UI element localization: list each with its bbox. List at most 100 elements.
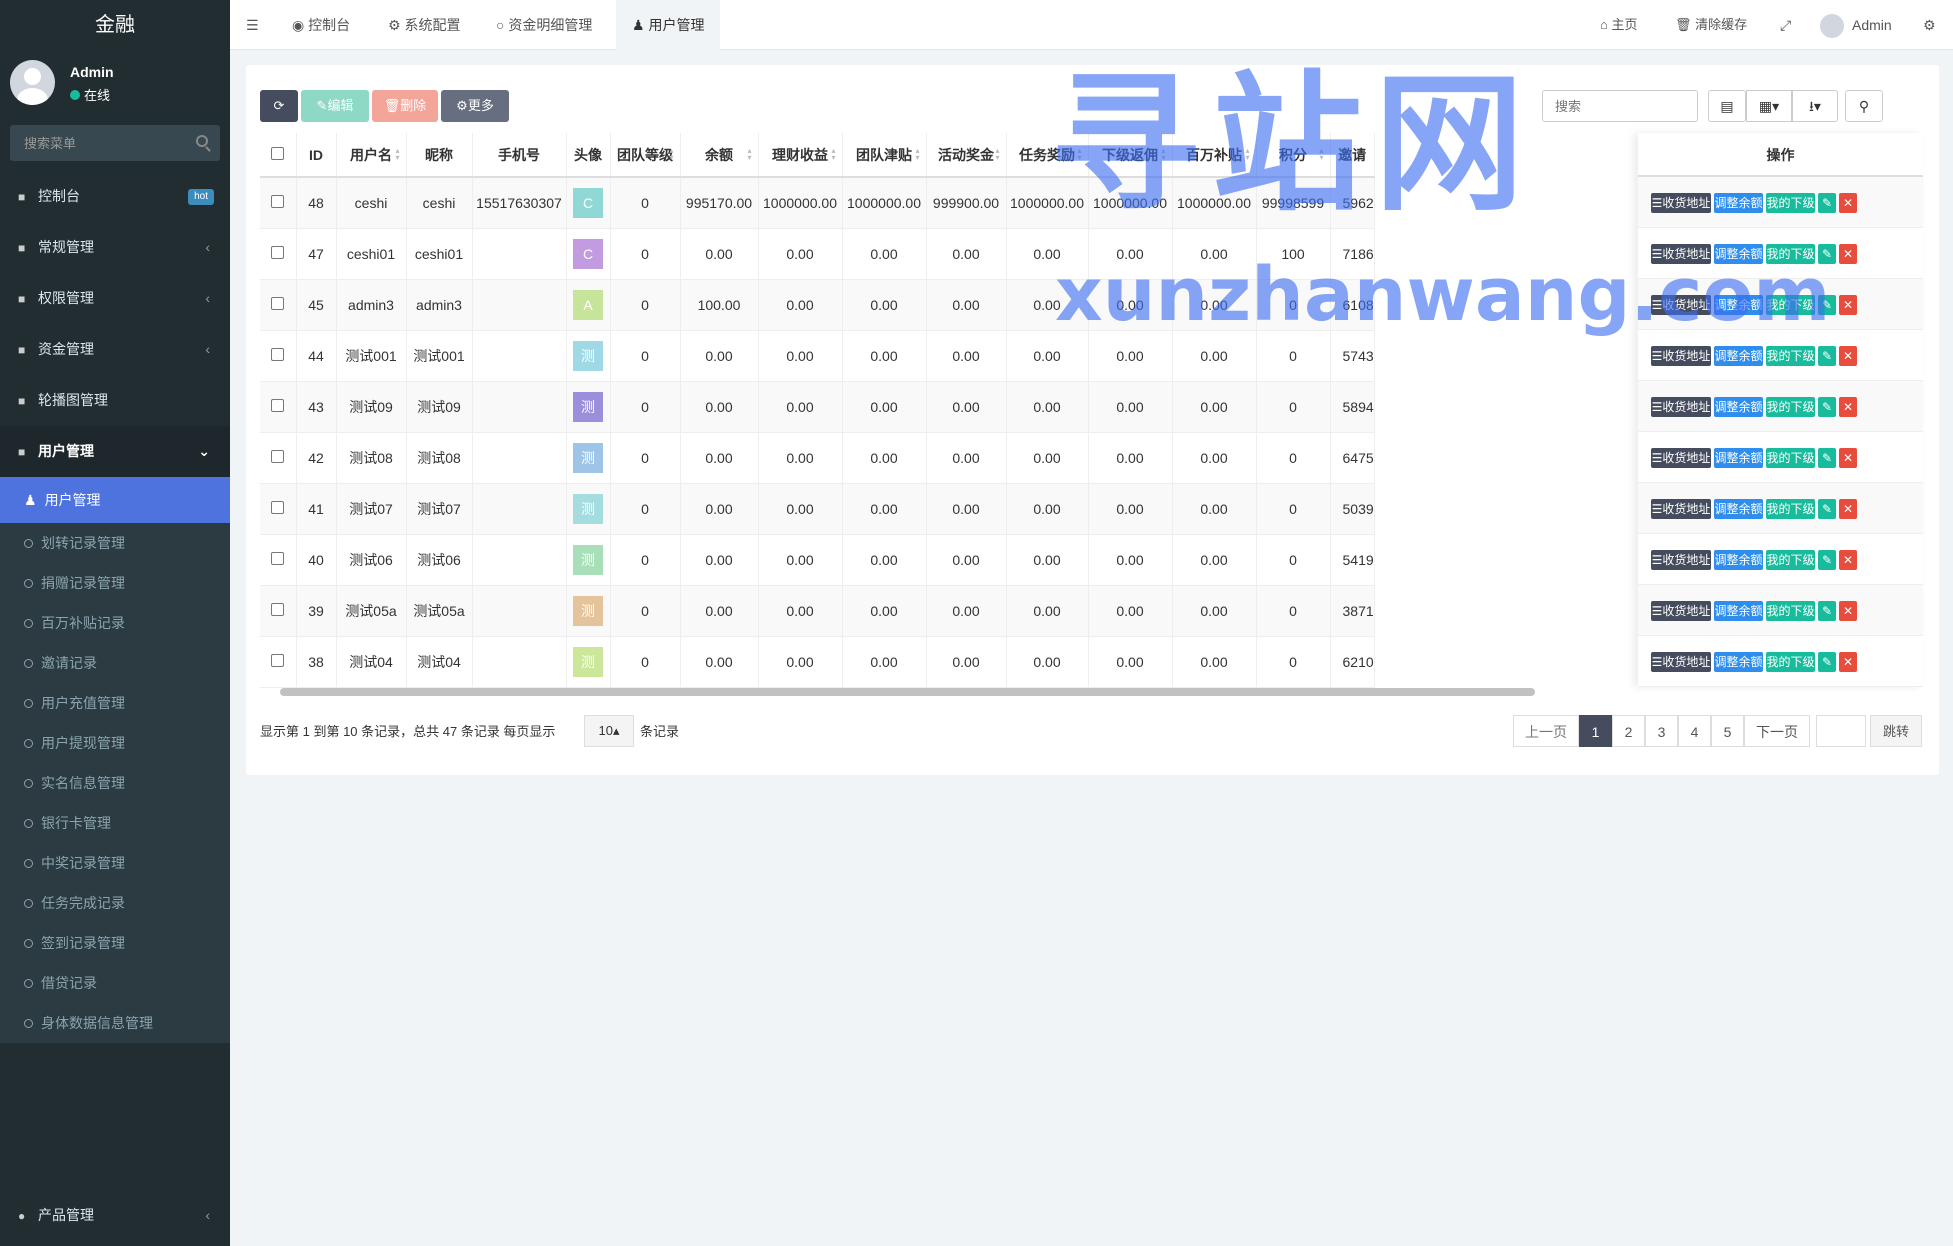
admin-menu[interactable]: Admin	[1820, 0, 1892, 50]
page-4-button[interactable]: 4	[1678, 715, 1711, 747]
trash-icon[interactable]: ✕	[1839, 499, 1857, 519]
page-size-select[interactable]: 10▴	[584, 715, 634, 747]
page-1-button[interactable]: 1	[1579, 715, 1612, 747]
jump-page-input[interactable]	[1816, 715, 1866, 747]
advanced-search-icon[interactable]: ⚲	[1845, 90, 1883, 122]
row-checkbox[interactable]	[271, 551, 285, 565]
column-header-11[interactable]: 下级返佣	[1088, 133, 1173, 178]
row-checkbox[interactable]	[271, 347, 285, 361]
submenu-item-5[interactable]: 用户充值管理	[0, 683, 230, 723]
columns-icon[interactable]: ▦▾	[1746, 90, 1792, 122]
column-header-12[interactable]: 百万补贴	[1172, 133, 1257, 178]
scrollbar-thumb[interactable]	[280, 688, 1535, 696]
adjust-balance-button[interactable]: 调整余额	[1714, 601, 1763, 621]
column-header-9[interactable]: 活动奖金	[926, 133, 1007, 178]
fullscreen-icon[interactable]: ⤢	[1780, 0, 1791, 50]
trash-icon[interactable]: ✕	[1839, 550, 1857, 570]
export-icon[interactable]: ⭳▾	[1792, 90, 1838, 122]
pencil-icon[interactable]: ✎	[1818, 652, 1836, 672]
column-header-8[interactable]: 团队津贴	[842, 133, 927, 178]
trash-icon[interactable]: ✕	[1839, 397, 1857, 417]
my-subordinates-button[interactable]: 我的下级	[1766, 244, 1815, 264]
pencil-icon[interactable]: ✎	[1818, 193, 1836, 213]
tab-dashboard[interactable]: ◉ 控制台	[292, 0, 350, 50]
pencil-icon[interactable]: ✎	[1818, 346, 1836, 366]
row-checkbox[interactable]	[271, 500, 285, 514]
home-link[interactable]: ⌂ 主页	[1600, 0, 1637, 50]
sidebar-item-1[interactable]: ■ 常规管理 ‹	[0, 222, 230, 273]
sidebar-item-3[interactable]: ■ 资金管理 ‹	[0, 324, 230, 375]
submenu-item-13[interactable]: 身体数据信息管理	[0, 1003, 230, 1043]
address-button[interactable]: ☰收货地址	[1651, 346, 1711, 366]
submenu-item-3[interactable]: 百万补贴记录	[0, 603, 230, 643]
row-checkbox[interactable]	[271, 194, 285, 208]
settings-icon[interactable]: ⚙	[1923, 0, 1936, 50]
adjust-balance-button[interactable]: 调整余额	[1714, 244, 1763, 264]
address-button[interactable]: ☰收货地址	[1651, 652, 1711, 672]
submenu-item-12[interactable]: 借贷记录	[0, 963, 230, 1003]
my-subordinates-button[interactable]: 我的下级	[1766, 193, 1815, 213]
pencil-icon[interactable]: ✎	[1818, 601, 1836, 621]
toggle-view-icon[interactable]: ▤	[1708, 90, 1746, 122]
submenu-item-8[interactable]: 银行卡管理	[0, 803, 230, 843]
trash-icon[interactable]: ✕	[1839, 448, 1857, 468]
submenu-item-10[interactable]: 任务完成记录	[0, 883, 230, 923]
column-header-6[interactable]: 余额	[680, 133, 759, 178]
trash-icon[interactable]: ✕	[1839, 346, 1857, 366]
page-3-button[interactable]: 3	[1645, 715, 1678, 747]
row-checkbox[interactable]	[271, 398, 285, 412]
address-button[interactable]: ☰收货地址	[1651, 499, 1711, 519]
pencil-icon[interactable]: ✎	[1818, 448, 1836, 468]
trash-icon[interactable]: ✕	[1839, 244, 1857, 264]
sidebar-item-0[interactable]: ■ 控制台 hot	[0, 171, 230, 222]
more-button[interactable]: ⚙更多	[441, 90, 509, 122]
pencil-icon[interactable]: ✎	[1818, 499, 1836, 519]
sidebar-item-2[interactable]: ■ 权限管理 ‹	[0, 273, 230, 324]
submenu-item-6[interactable]: 用户提现管理	[0, 723, 230, 763]
sidebar-item-4[interactable]: ■ 轮播图管理	[0, 375, 230, 426]
my-subordinates-button[interactable]: 我的下级	[1766, 601, 1815, 621]
menu-toggle-icon[interactable]: ☰	[246, 0, 259, 50]
tab-user-management[interactable]: ♟ 用户管理	[616, 0, 721, 50]
address-button[interactable]: ☰收货地址	[1651, 193, 1711, 213]
trash-icon[interactable]: ✕	[1839, 295, 1857, 315]
trash-icon[interactable]: ✕	[1839, 652, 1857, 672]
adjust-balance-button[interactable]: 调整余额	[1714, 295, 1763, 315]
trash-icon[interactable]: ✕	[1839, 193, 1857, 213]
address-button[interactable]: ☰收货地址	[1651, 601, 1711, 621]
adjust-balance-button[interactable]: 调整余额	[1714, 550, 1763, 570]
submenu-item-2[interactable]: 捐赠记录管理	[0, 563, 230, 603]
tab-fund-details[interactable]: ○ 资金明细管理	[496, 0, 592, 50]
submenu-item-4[interactable]: 邀请记录	[0, 643, 230, 683]
table-search-input[interactable]	[1542, 90, 1698, 122]
search-icon[interactable]	[196, 135, 208, 147]
submenu-item-1[interactable]: 划转记录管理	[0, 523, 230, 563]
adjust-balance-button[interactable]: 调整余额	[1714, 448, 1763, 468]
pencil-icon[interactable]: ✎	[1818, 397, 1836, 417]
row-checkbox[interactable]	[271, 602, 285, 616]
address-button[interactable]: ☰收货地址	[1651, 295, 1711, 315]
my-subordinates-button[interactable]: 我的下级	[1766, 295, 1815, 315]
prev-page-button[interactable]: 上一页	[1513, 715, 1579, 747]
adjust-balance-button[interactable]: 调整余额	[1714, 499, 1763, 519]
select-all-checkbox[interactable]	[271, 146, 285, 160]
my-subordinates-button[interactable]: 我的下级	[1766, 652, 1815, 672]
adjust-balance-button[interactable]: 调整余额	[1714, 397, 1763, 417]
submenu-item-7[interactable]: 实名信息管理	[0, 763, 230, 803]
page-5-button[interactable]: 5	[1711, 715, 1744, 747]
my-subordinates-button[interactable]: 我的下级	[1766, 397, 1815, 417]
menu-search-input[interactable]	[10, 125, 220, 161]
column-header-10[interactable]: 任务奖励	[1006, 133, 1089, 178]
submenu-item-0[interactable]: ♟ 用户管理	[0, 477, 230, 523]
my-subordinates-button[interactable]: 我的下级	[1766, 346, 1815, 366]
pencil-icon[interactable]: ✎	[1818, 295, 1836, 315]
submenu-item-9[interactable]: 中奖记录管理	[0, 843, 230, 883]
adjust-balance-button[interactable]: 调整余额	[1714, 193, 1763, 213]
column-header-5[interactable]: 团队等级	[610, 133, 681, 178]
row-checkbox[interactable]	[271, 449, 285, 463]
row-checkbox[interactable]	[271, 653, 285, 667]
sidebar-item-products[interactable]: ● 产品管理 ‹	[0, 1185, 230, 1245]
row-checkbox[interactable]	[271, 245, 285, 259]
next-page-button[interactable]: 下一页	[1744, 715, 1810, 747]
app-logo[interactable]: 金融	[0, 0, 230, 50]
